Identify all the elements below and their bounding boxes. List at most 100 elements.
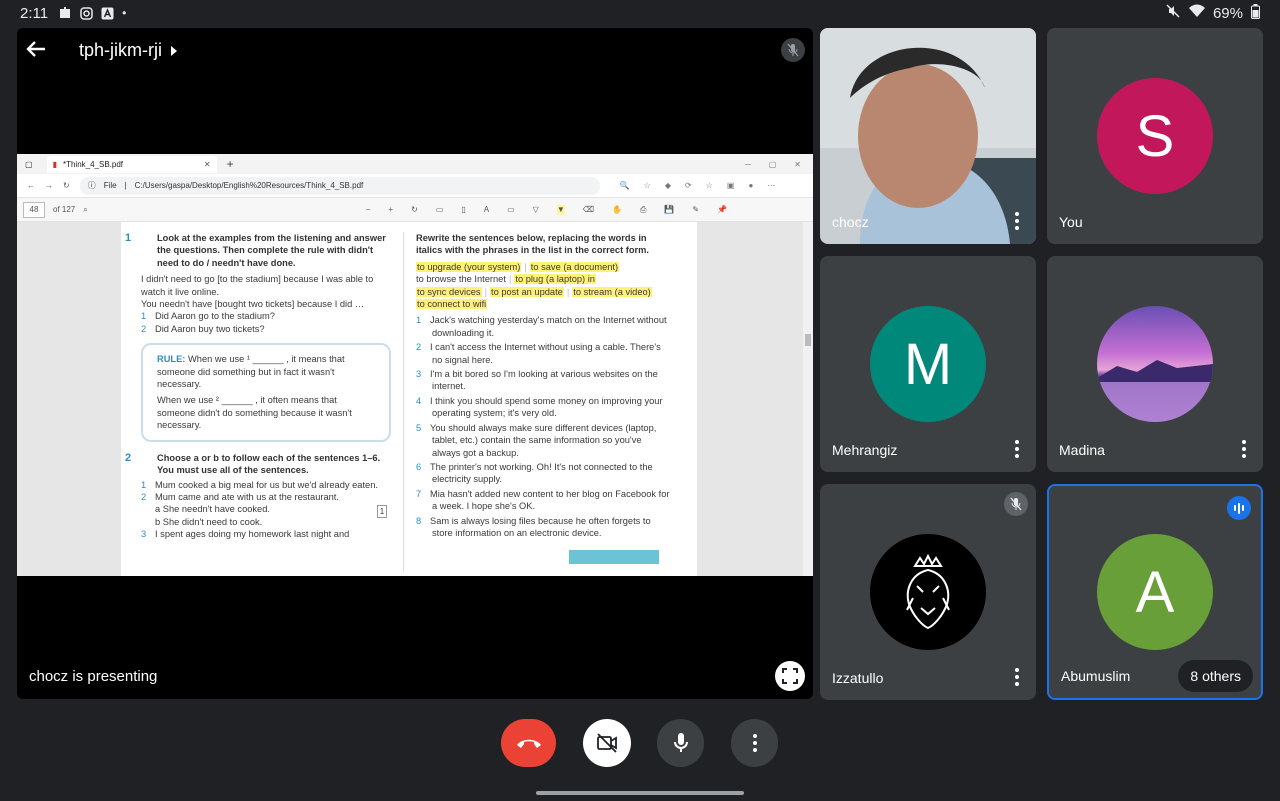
- answer-box: 1: [377, 505, 387, 519]
- others-count-button[interactable]: 8 others: [1178, 660, 1253, 692]
- phrase: to upgrade (your system): [416, 261, 522, 272]
- battery-level: 69%: [1212, 4, 1243, 22]
- lion-logo-avatar: [870, 534, 986, 650]
- sentence: 2I can't access the Internet without usi…: [416, 342, 661, 365]
- browser-address-bar: ← → ↻ ⓘ File | C:/Users/gaspa/Desktop/En…: [17, 174, 813, 198]
- example-1: I didn't need to go [to the stadium] bec…: [141, 274, 374, 297]
- exercise-column-left: 1 Look at the examples from the listening…: [125, 232, 391, 541]
- microphone-button[interactable]: [657, 719, 704, 767]
- speaking-indicator: [1227, 496, 1251, 520]
- avatar: A: [1097, 534, 1213, 650]
- participant-tile-chocz[interactable]: chocz: [820, 28, 1036, 244]
- new-tab-icon: +: [226, 157, 234, 171]
- url-text: C:/Users/gaspa/Desktop/English%20Resourc…: [134, 181, 364, 190]
- more-vert-icon[interactable]: [1014, 440, 1020, 458]
- pdf-toolbar: 48 of 127 ⌕ − + ↻ ▭ ▯ A ▭ ▽ ▼ ⌫ ✋ ⎙ 💾 ✎ 📌: [17, 198, 813, 222]
- participant-tile-you[interactable]: S You: [1047, 28, 1263, 244]
- tab-title: *Think_4_SB.pdf: [62, 159, 124, 169]
- mic-off-icon: [1010, 497, 1022, 511]
- phrase: to browse the Internet: [416, 274, 506, 285]
- mic-icon: [673, 733, 688, 752]
- meeting-code-button[interactable]: tph-jikm-rji: [79, 40, 178, 61]
- exercise-3-title: Rewrite the sentences below, replacing t…: [416, 233, 649, 256]
- sentence: 4I think you should spend some money on …: [416, 395, 663, 419]
- ex2-option-a: a She needn't have cooked. 1: [141, 503, 391, 519]
- pdf-search-icon: ⌕: [83, 204, 88, 214]
- end-call-button[interactable]: [501, 719, 556, 767]
- nav-forward-icon: →: [45, 181, 53, 190]
- example-2: You needn't have [bought two tickets] be…: [141, 299, 365, 310]
- participant-tile-izzatullo[interactable]: Izzatullo: [820, 484, 1036, 700]
- nav-back-icon: ←: [27, 181, 35, 190]
- wifi-icon: [1188, 4, 1205, 22]
- participant-tile-mehrangiz[interactable]: M Mehrangiz: [820, 256, 1036, 472]
- battery-icon: [1251, 3, 1260, 23]
- phrase: to connect to wifi: [416, 299, 488, 310]
- back-arrow-icon: [26, 41, 45, 57]
- participant-tile-abumuslim[interactable]: A Abumuslim 8 others: [1047, 484, 1263, 700]
- app-notification-icon: [58, 6, 72, 20]
- sentence: 1 Jack's watching yesterday's match on th…: [416, 315, 667, 338]
- phrase-list: to upgrade (your system) | to save (a docu…: [416, 261, 652, 310]
- phrase: to save (a document): [529, 261, 620, 272]
- notification-dot-icon: •: [122, 6, 127, 20]
- more-vert-icon[interactable]: [1014, 668, 1020, 686]
- phrase: to post an update: [489, 286, 564, 297]
- more-options-button[interactable]: [731, 719, 778, 767]
- fullscreen-button[interactable]: [775, 661, 805, 691]
- participant-name: Abumuslim: [1061, 668, 1131, 684]
- fullscreen-icon: [782, 668, 798, 684]
- clock: 2:11: [20, 4, 49, 22]
- ex2-option-b: b She didn't need to cook.: [155, 516, 263, 527]
- rule-2: When we use ² ______ , it often means th…: [157, 395, 352, 431]
- presenter-muted-indicator: [781, 38, 805, 62]
- participant-name: Mehrangiz: [832, 442, 898, 458]
- workbook-arrow: [569, 550, 659, 564]
- muted-indicator: [1004, 492, 1028, 516]
- avatar: [1097, 306, 1213, 422]
- ex2-item-1: 1 Mum cooked a big meal for us but we'd a…: [141, 479, 378, 490]
- exercise-column-right: Rewrite the sentences below, replacing t…: [416, 232, 671, 541]
- phrase: to stream (a video): [572, 286, 652, 297]
- question-2: 2 Did Aaron buy two tickets?: [141, 323, 265, 334]
- exercise-2-title: 2 Choose a or b to follow each of the sen…: [125, 451, 381, 476]
- participant-name: You: [1059, 214, 1083, 230]
- sentence: 6 The printer's not working. Oh! It's not…: [416, 461, 653, 485]
- rule-box: RULE: When we use ¹ ______ , it means th…: [141, 343, 391, 442]
- more-vert-icon[interactable]: [1241, 440, 1247, 458]
- tab-grid-icon: ▢: [25, 159, 33, 169]
- participant-video: [820, 28, 1036, 244]
- sentence: 7 Mia hasn't added new content to her blo…: [416, 488, 670, 512]
- browser-tab-bar: ▢ ▮ *Think_4_SB.pdf ✕ + ─ ▢ ✕: [17, 154, 813, 174]
- status-bar: 2:11 • 69%: [0, 0, 1280, 26]
- page-total: of 127: [53, 205, 76, 214]
- pdf-viewer: 1 Look at the examples from the listening…: [17, 222, 813, 576]
- more-vert-icon[interactable]: [1014, 212, 1020, 230]
- phrase: to sync devices: [416, 286, 482, 297]
- gesture-home-bar[interactable]: [536, 791, 744, 795]
- back-button[interactable]: [25, 38, 61, 64]
- exercise-1-title: 1 Look at the examples from the listening…: [125, 232, 386, 268]
- participant-tile-madina[interactable]: Madina: [1047, 256, 1263, 472]
- camera-toggle-button[interactable]: [583, 719, 631, 767]
- participant-name: chocz: [832, 214, 869, 230]
- more-vert-icon: [752, 734, 757, 738]
- pdf-tools: − + ↻ ▭ ▯ A ▭ ▽ ▼ ⌫ ✋ ⎙ 💾 ✎ 📌: [365, 204, 728, 215]
- pdf-scrollbar: [803, 222, 813, 576]
- url-prefix: File: [103, 181, 117, 190]
- browser-tab: ▮ *Think_4_SB.pdf ✕: [46, 155, 217, 173]
- meeting-code: tph-jikm-rji: [79, 40, 162, 60]
- participant-name: Izzatullo: [832, 670, 884, 686]
- avatar: S: [1097, 78, 1213, 194]
- page-number-field: 48: [23, 201, 45, 218]
- ex2-item-3: 3I spent ages doing my homework last nig…: [141, 529, 350, 540]
- presenting-label: chocz is presenting: [29, 668, 158, 685]
- phrase: to plug (a laptop) in: [514, 274, 596, 285]
- rule-label: RULE:: [157, 354, 186, 365]
- participant-name: Madina: [1059, 442, 1105, 458]
- sentence-list: 1 Jack's watching yesterday's match on th…: [416, 314, 671, 539]
- browser-extensions: 🔍 ☆ ◆ ⟳ ☆ ▣ ● ⋯: [619, 181, 776, 190]
- chevron-right-icon: [171, 45, 177, 56]
- mute-status-icon: [1165, 3, 1181, 23]
- instagram-icon: [80, 6, 93, 20]
